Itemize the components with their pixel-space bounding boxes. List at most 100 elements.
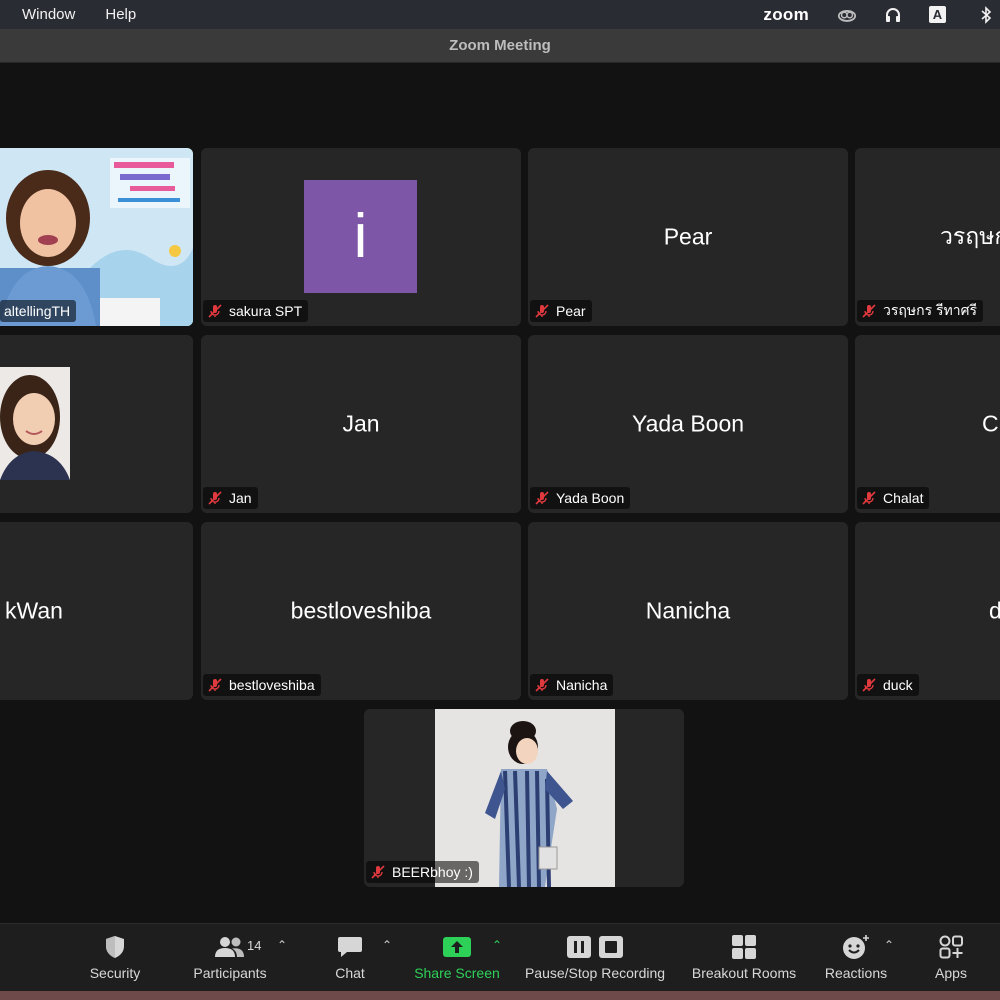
participant-name-tag: Pear (530, 300, 592, 322)
participant-tile[interactable]: Yada Boon Yada Boon (528, 335, 848, 513)
avatar-letter: i (353, 202, 368, 271)
bluetooth-icon[interactable] (976, 5, 996, 25)
muted-mic-icon (370, 864, 386, 880)
participant-display-name: d (989, 597, 1000, 624)
chat-icon (338, 937, 362, 957)
pause-icon (567, 936, 591, 958)
participant-name: BEERbhoy :) (392, 864, 473, 880)
participant-name-tag: Nanicha (530, 674, 614, 696)
participants-options-caret[interactable]: ⌃ (277, 938, 287, 952)
participants-label: Participants (193, 965, 267, 981)
pause-stop-recording-button[interactable]: Pause/Stop Recording (520, 924, 670, 992)
participant-tile[interactable]: BEERbhoy :) (364, 709, 684, 887)
gallery-view: altellingTH i sakura SPT Pear Pear วรฤษก… (0, 63, 1000, 923)
apps-icon (939, 935, 963, 959)
security-button[interactable]: Security (84, 924, 146, 992)
participant-display-name: bestloveshiba (290, 597, 432, 624)
participant-display-name: Nanicha (645, 597, 731, 624)
participant-display-name: Jan (342, 410, 380, 437)
participant-tile[interactable]: d duck (855, 522, 1000, 700)
participant-display-name: Cl (982, 410, 1000, 437)
menu-window[interactable]: Window (22, 6, 75, 23)
chat-options-caret[interactable]: ⌃ (382, 938, 392, 952)
avatar: i (304, 180, 417, 293)
participant-name: duck (883, 677, 913, 693)
participant-tile[interactable]: Pear Pear (528, 148, 848, 326)
participant-name-tag: Jan (203, 487, 258, 509)
chat-button[interactable]: Chat (330, 924, 370, 992)
reactions-options-caret[interactable]: ⌃ (884, 938, 894, 952)
macos-menu-bar: Window Help zoom A (0, 0, 1000, 29)
participant-name-tag: sakura SPT (203, 300, 309, 322)
participants-button[interactable]: Participants 14 (188, 924, 272, 992)
input-source-icon[interactable]: A (929, 6, 946, 23)
muted-mic-icon (534, 490, 550, 506)
participant-tile[interactable]: bestloveshiba bestloveshiba (201, 522, 521, 700)
window-title-bar: Zoom Meeting (0, 29, 1000, 63)
share-screen-label: Share Screen (414, 965, 500, 981)
participant-tile[interactable]: kWan (0, 522, 193, 700)
muted-mic-icon (861, 303, 877, 319)
creative-cloud-icon[interactable] (837, 5, 857, 25)
participant-name: วรฤษกร รีทาศรี (883, 302, 977, 318)
participant-name: sakura SPT (229, 303, 303, 319)
participant-video (0, 367, 70, 480)
participant-display-name: kWan (5, 597, 63, 624)
breakout-rooms-button[interactable]: Breakout Rooms (688, 924, 800, 992)
muted-mic-icon (534, 677, 550, 693)
participants-icon (215, 937, 244, 957)
participant-name: Jan (229, 490, 252, 506)
participant-tile[interactable]: Jan Jan (201, 335, 521, 513)
breakout-rooms-icon (732, 935, 756, 959)
muted-mic-icon (207, 303, 223, 319)
participant-name: Nanicha (556, 677, 608, 693)
participant-name: Yada Boon (556, 490, 625, 506)
participant-display-name: วรฤษก (940, 223, 1000, 249)
participant-tile[interactable]: Cl Chalat (855, 335, 1000, 513)
apps-label: Apps (935, 965, 967, 981)
participant-display-name: Yada Boon (631, 410, 745, 437)
participant-name: bestloveshiba (229, 677, 315, 693)
participant-name-tag: altellingTH (0, 300, 77, 322)
reactions-button[interactable]: Reactions (820, 924, 892, 992)
stop-icon (599, 936, 623, 958)
muted-mic-icon (207, 490, 223, 506)
share-screen-button[interactable]: Share Screen (410, 924, 504, 992)
participant-name-tag: Chalat (857, 487, 930, 509)
participant-display-name: Pear (663, 223, 713, 250)
share-options-caret[interactable]: ⌃ (492, 938, 502, 952)
participant-name-tag: BEERbhoy :) (366, 861, 479, 883)
participant-name: altellingTH (4, 303, 71, 319)
participant-tile[interactable]: altellingTH (0, 148, 193, 326)
reactions-icon (843, 935, 869, 959)
recording-label: Pause/Stop Recording (524, 965, 666, 981)
reactions-label: Reactions (824, 965, 888, 981)
participant-name-tag: วรฤษกร รีทาศรี (857, 300, 983, 322)
participants-count: 14 (247, 938, 262, 953)
participant-tile[interactable] (0, 335, 193, 513)
zoom-menubar-logo[interactable]: zoom (763, 5, 809, 25)
apps-button[interactable]: Apps (930, 924, 972, 992)
participant-name: Pear (556, 303, 586, 319)
meeting-toolbar: Security Participants 14 ⌃ Chat ⌃ Share … (0, 923, 1000, 992)
participant-name-tag: Yada Boon (530, 487, 631, 509)
participant-name-tag: duck (857, 674, 919, 696)
chat-label: Chat (335, 965, 365, 981)
breakout-rooms-label: Breakout Rooms (691, 965, 797, 981)
shield-icon (106, 936, 124, 958)
muted-mic-icon (534, 303, 550, 319)
security-label: Security (89, 965, 141, 981)
participant-name: Chalat (883, 490, 924, 506)
participant-tile[interactable]: วรฤษก วรฤษกร รีทาศรี (855, 148, 1000, 326)
muted-mic-icon (207, 677, 223, 693)
muted-mic-icon (861, 677, 877, 693)
participant-tile[interactable]: Nanicha Nanicha (528, 522, 848, 700)
macos-dock-edge (0, 991, 1000, 1000)
menu-help[interactable]: Help (105, 6, 136, 23)
headphones-icon[interactable] (883, 5, 903, 25)
participant-name-tag: bestloveshiba (203, 674, 321, 696)
window-title: Zoom Meeting (449, 37, 551, 54)
participant-tile[interactable]: i sakura SPT (201, 148, 521, 326)
share-screen-icon (443, 937, 471, 957)
muted-mic-icon (861, 490, 877, 506)
